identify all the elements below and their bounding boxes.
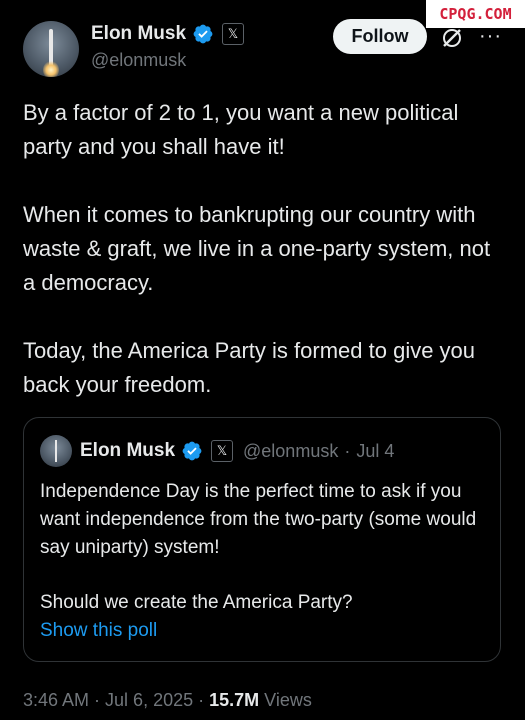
rocket-graphic [55, 440, 57, 462]
views-label: Views [264, 690, 312, 710]
follow-button[interactable]: Follow [333, 19, 427, 54]
quoted-tweet-header: Elon Musk 𝕏 @elonmusk · Jul 4 [80, 438, 394, 464]
more-options-icon[interactable]: ··· [479, 25, 502, 48]
quoted-author-handle: @elonmusk [243, 440, 339, 461]
tweet-paragraph: Today, the America Party is formed to gi… [23, 338, 476, 397]
x-affiliation-badge-icon: 𝕏 [211, 440, 234, 462]
author-avatar[interactable] [23, 21, 79, 77]
verified-badge-icon [193, 24, 213, 44]
author-name[interactable]: Elon Musk [91, 23, 186, 45]
quoted-author-name: Elon Musk [80, 440, 176, 461]
x-affiliation-badge-icon: 𝕏 [222, 23, 245, 45]
meta-separator: · [198, 690, 205, 710]
tweet-paragraph: By a factor of 2 to 1, you want a new po… [23, 100, 459, 159]
verified-badge-icon [182, 441, 202, 461]
site-watermark: CPQG.COM [426, 0, 525, 28]
quoted-date: Jul 4 [356, 440, 395, 461]
author-name-row: Elon Musk 𝕏 [91, 22, 245, 46]
grok-icon[interactable] [440, 26, 464, 50]
author-handle[interactable]: @elonmusk [91, 50, 186, 71]
quoted-tweet-card[interactable]: Elon Musk 𝕏 @elonmusk · Jul 4 Independen… [23, 417, 501, 662]
meta-separator: · [94, 690, 101, 710]
quoted-paragraph: Should we create the America Party? [40, 592, 353, 613]
show-poll-link[interactable]: Show this poll [40, 620, 157, 642]
tweet-body: By a factor of 2 to 1, you want a new po… [23, 96, 508, 436]
post-time[interactable]: 3:46 AM [23, 690, 89, 711]
rocket-plume-graphic [43, 61, 59, 77]
post-date[interactable]: Jul 6, 2025 [105, 690, 193, 711]
quoted-author-avatar [40, 435, 72, 467]
views-count: 15.7M [209, 690, 260, 710]
tweet-meta: 3:46 AM · Jul 6, 2025 · 15.7M Views [23, 690, 312, 711]
tweet-paragraph: When it comes to bankrupting our country… [23, 202, 491, 295]
quoted-paragraph: Independence Day is the perfect time to … [40, 481, 477, 558]
quoted-separator: · [344, 440, 351, 461]
